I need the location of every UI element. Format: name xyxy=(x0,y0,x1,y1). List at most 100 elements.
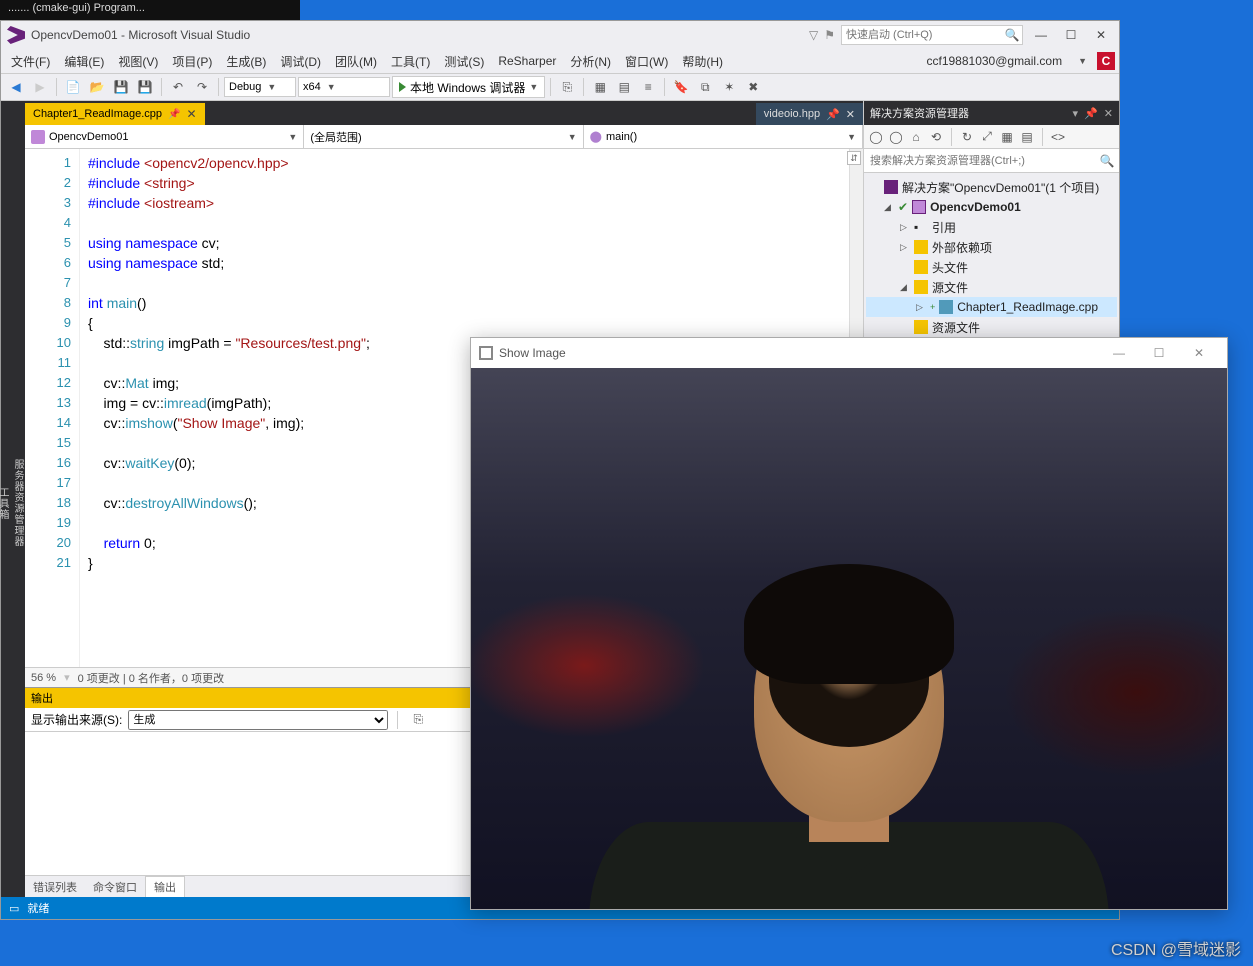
image-content xyxy=(471,368,1227,909)
source-files-node[interactable]: ◢源文件 xyxy=(866,277,1117,297)
menu-file[interactable]: 文件(F) xyxy=(5,51,56,72)
tool-2-button[interactable]: ▦ xyxy=(589,76,611,98)
tool-4-button[interactable]: ≡ xyxy=(637,76,659,98)
menu-project[interactable]: 项目(P) xyxy=(166,51,218,72)
scope-combo[interactable]: OpencvDemo01▼ xyxy=(25,125,304,148)
show-image-window[interactable]: Show Image — ☐ ✕ xyxy=(470,337,1228,910)
tab-close-icon[interactable]: ✕ xyxy=(186,107,196,121)
headers-node[interactable]: 头文件 xyxy=(866,257,1117,277)
account-label[interactable]: ccf19881030@gmail.com xyxy=(920,52,1068,70)
pin-icon[interactable]: 📌 xyxy=(168,109,180,120)
tool-7-button[interactable]: ✖ xyxy=(742,76,764,98)
preview-document-tab[interactable]: videoio.hpp 📌 ✕ xyxy=(756,103,863,125)
menu-debug[interactable]: 调试(D) xyxy=(274,51,327,72)
active-document-tab[interactable]: Chapter1_ReadImage.cpp 📌 ✕ xyxy=(25,103,205,125)
server-explorer-tab[interactable]: 服务器资源管理器 xyxy=(10,109,25,897)
play-icon xyxy=(399,82,406,92)
open-file-button[interactable]: 📂 xyxy=(86,76,108,98)
tool-5-button[interactable]: ⧉ xyxy=(694,76,716,98)
menu-analyze[interactable]: 分析(N) xyxy=(564,51,617,72)
notification-icon[interactable]: ▽ xyxy=(809,28,818,42)
view-code-icon[interactable]: <> xyxy=(1050,129,1066,145)
output-source-label: 显示输出来源(S): xyxy=(31,711,122,728)
undo-button[interactable]: ↶ xyxy=(167,76,189,98)
platform-combo[interactable]: x64▼ xyxy=(298,77,390,97)
solution-node[interactable]: 解决方案"OpencvDemo01"(1 个项目) xyxy=(866,177,1117,197)
dropdown-icon[interactable]: ▾ xyxy=(1073,107,1079,120)
sync-icon[interactable]: ⟲ xyxy=(928,129,944,145)
pin-icon[interactable]: 📌 xyxy=(1084,107,1098,120)
tab-error-list[interactable]: 错误列表 xyxy=(25,877,85,897)
menu-test[interactable]: 测试(S) xyxy=(438,51,490,72)
codelens-changes[interactable]: 0 项更改 | 0 名作者，0 项更改 xyxy=(78,670,225,686)
solution-search[interactable]: 🔍 xyxy=(864,149,1119,173)
left-tool-rail[interactable]: 服务器资源管理器 工具箱 xyxy=(1,101,25,897)
properties-icon[interactable]: ▤ xyxy=(1019,129,1035,145)
menu-resharper[interactable]: ReSharper xyxy=(492,52,562,70)
menu-build[interactable]: 生成(B) xyxy=(220,51,272,72)
tab-close-icon[interactable]: ✕ xyxy=(846,108,855,121)
fwd-icon[interactable]: ◯ xyxy=(888,129,904,145)
external-deps-node[interactable]: ▷外部依赖项 xyxy=(866,237,1117,257)
minimize-button[interactable]: — xyxy=(1099,339,1139,367)
source-file-node[interactable]: ▷+Chapter1_ReadImage.cpp xyxy=(866,297,1117,317)
nav-fwd-button[interactable]: ▶ xyxy=(29,76,51,98)
menu-team[interactable]: 团队(M) xyxy=(329,51,383,72)
menu-help[interactable]: 帮助(H) xyxy=(676,51,729,72)
feedback-icon[interactable]: ⚑ xyxy=(824,28,835,42)
toolbox-tab[interactable]: 工具箱 xyxy=(0,109,10,897)
solution-search-input[interactable] xyxy=(864,150,1095,172)
zoom-combo[interactable]: 56 % xyxy=(31,672,56,684)
menu-window[interactable]: 窗口(W) xyxy=(619,51,674,72)
quick-launch[interactable]: 🔍 xyxy=(841,25,1023,45)
tool-3-button[interactable]: ▤ xyxy=(613,76,635,98)
tab-label: Chapter1_ReadImage.cpp xyxy=(33,108,162,120)
function-combo[interactable]: ⬤main()▼ xyxy=(584,125,863,148)
search-icon[interactable]: 🔍 xyxy=(1002,28,1022,42)
save-button[interactable]: 💾 xyxy=(110,76,132,98)
nav-back-button[interactable]: ◀ xyxy=(5,76,27,98)
close-button[interactable]: ✕ xyxy=(1179,339,1219,367)
titlebar[interactable]: OpencvDemo01 - Microsoft Visual Studio ▽… xyxy=(1,21,1119,49)
home-icon[interactable]: ⌂ xyxy=(908,129,924,145)
resharper-badge-icon[interactable]: C xyxy=(1097,52,1115,70)
search-icon[interactable]: 🔍 xyxy=(1095,154,1119,168)
tool-6-button[interactable]: ✶ xyxy=(718,76,740,98)
folder-icon xyxy=(914,260,928,274)
project-node[interactable]: ◢✔OpencvDemo01 xyxy=(866,197,1117,217)
close-icon[interactable]: ✕ xyxy=(1104,107,1113,120)
pin-icon[interactable]: 📌 xyxy=(826,108,840,121)
new-project-button[interactable]: 📄 xyxy=(62,76,84,98)
menu-view[interactable]: 视图(V) xyxy=(112,51,164,72)
split-editor-button[interactable]: ⇵ xyxy=(847,151,861,165)
close-button[interactable]: ✕ xyxy=(1089,25,1113,45)
save-all-button[interactable]: 💾 xyxy=(134,76,156,98)
menu-tools[interactable]: 工具(T) xyxy=(385,51,436,72)
tab-command-window[interactable]: 命令窗口 xyxy=(85,877,145,897)
output-tool-button[interactable]: ⎘ xyxy=(407,709,429,731)
back-icon[interactable]: ◯ xyxy=(868,129,884,145)
maximize-button[interactable]: ☐ xyxy=(1059,25,1083,45)
config-combo[interactable]: Debug▼ xyxy=(224,77,296,97)
document-tabs: Chapter1_ReadImage.cpp 📌 ✕ videoio.hpp 📌… xyxy=(25,101,863,125)
resource-files-node[interactable]: 资源文件 xyxy=(866,317,1117,337)
minimize-button[interactable]: — xyxy=(1029,25,1053,45)
output-source-combo[interactable]: 生成 xyxy=(128,710,388,730)
collapse-icon[interactable]: ⤢ xyxy=(979,129,995,145)
redo-button[interactable]: ↷ xyxy=(191,76,213,98)
quick-launch-input[interactable] xyxy=(842,26,1002,44)
show-all-icon[interactable]: ▦ xyxy=(999,129,1015,145)
solution-explorer-title[interactable]: 解决方案资源管理器 ▾📌✕ xyxy=(864,101,1119,125)
tool-1-button[interactable]: ⎘ xyxy=(556,76,578,98)
menu-edit[interactable]: 编辑(E) xyxy=(58,51,110,72)
context-combo[interactable]: (全局范围)▼ xyxy=(304,125,583,148)
account-caret-icon[interactable]: ▼ xyxy=(1072,54,1093,68)
refresh-icon[interactable]: ↻ xyxy=(959,129,975,145)
start-debug-button[interactable]: 本地 Windows 调试器▼ xyxy=(392,76,545,98)
maximize-button[interactable]: ☐ xyxy=(1139,339,1179,367)
image-window-titlebar[interactable]: Show Image — ☐ ✕ xyxy=(471,338,1227,368)
tab-output[interactable]: 输出 xyxy=(145,876,185,897)
tab-label: videoio.hpp xyxy=(764,108,820,120)
references-node[interactable]: ▷▪引用 xyxy=(866,217,1117,237)
bookmark-button[interactable]: 🔖 xyxy=(670,76,692,98)
